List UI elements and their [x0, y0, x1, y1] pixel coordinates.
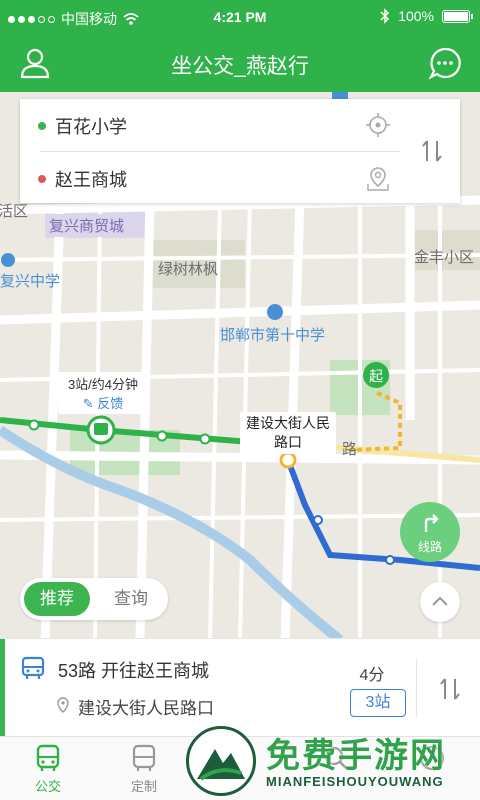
- map-label-park: 绿树林枫: [158, 261, 219, 278]
- map-label-school-left: 复兴中学: [0, 273, 61, 290]
- origin-dot: [38, 122, 46, 130]
- feedback-label: 反馈: [97, 396, 124, 411]
- battery-percent: 100%: [398, 8, 434, 24]
- page-title: 坐公交_燕赵行: [171, 55, 309, 78]
- travel-minutes: 4分: [359, 667, 385, 684]
- start-marker-label: 起: [369, 369, 383, 385]
- toggle-recommend[interactable]: 推荐: [24, 582, 90, 616]
- route-result-card[interactable]: 53路 开往赵王商城 建设大街人民路口 4分 3站: [0, 638, 480, 737]
- toggle-query[interactable]: 查询: [98, 582, 164, 616]
- map-label-road: 路: [342, 441, 358, 458]
- watermark-logo: [186, 726, 256, 796]
- route-search-card: 百花小学 赵王商城: [20, 99, 460, 203]
- feedback-link[interactable]: ✎ 反馈: [58, 393, 148, 412]
- stop-pin-icon: [57, 697, 69, 713]
- origin-row[interactable]: 百花小学: [20, 99, 400, 151]
- tab-bus-label: 公交: [34, 779, 61, 794]
- watermark-title: 免费手游网: [266, 737, 446, 775]
- site-watermark: 免费手游网 MIANFEISHOUYOUWANG: [186, 724, 480, 800]
- tab-custom[interactable]: 定制: [96, 743, 192, 795]
- swap-icon[interactable]: [418, 137, 446, 165]
- bus-front-icon: [36, 744, 60, 771]
- station-count-badge: 3站: [350, 689, 406, 717]
- map-pin-icon[interactable]: [364, 164, 392, 192]
- chat-icon[interactable]: [428, 46, 462, 80]
- bus-custom-icon: [132, 744, 156, 771]
- mode-toggle: 推荐 查询: [20, 578, 168, 620]
- reverse-direction-icon[interactable]: [436, 675, 464, 703]
- route-lines-button[interactable]: 线路: [400, 502, 460, 562]
- watermark-subtitle: MIANFEISHOUYOUWANG: [266, 774, 444, 789]
- map-label-school-main: 邯郸市第十中学: [220, 327, 326, 344]
- result-divider: [416, 659, 417, 717]
- collapse-button[interactable]: [420, 582, 460, 622]
- bluetooth-icon: [380, 8, 390, 24]
- tab-bus[interactable]: 公交: [0, 743, 96, 795]
- travel-info-label: 3站/约4分钟 ✎ 反馈: [58, 372, 148, 414]
- origin-input[interactable]: 百花小学: [55, 113, 127, 139]
- bus-icon: [21, 656, 45, 679]
- watermark-logo-mark: [197, 749, 245, 781]
- boarding-stop: 建设大街人民路口: [78, 699, 214, 718]
- route-name: 53路 开往赵王商城: [58, 661, 210, 681]
- app-header: 坐公交_燕赵行: [0, 34, 480, 92]
- battery-icon: [442, 9, 473, 23]
- route-turn-icon: [424, 514, 439, 532]
- route-button-label: 线路: [417, 540, 442, 554]
- status-right: 100%: [380, 8, 473, 24]
- destination-row[interactable]: 赵王商城: [20, 152, 400, 204]
- destination-dot: [38, 175, 46, 183]
- destination-input[interactable]: 赵王商城: [55, 166, 127, 192]
- map-label-community: 金丰小区: [414, 249, 475, 266]
- travel-info-text: 3站/约4分钟: [67, 377, 139, 392]
- stop-name-label: 建设大街人民路口: [240, 412, 336, 454]
- locate-icon[interactable]: [364, 111, 392, 139]
- chevron-up-icon: [432, 596, 448, 606]
- map-label-mall: 复兴商贸城: [46, 214, 128, 237]
- status-bar: 中国移动 4:21 PM 100%: [0, 0, 480, 34]
- result-accent-bar: [0, 639, 5, 737]
- tab-custom-label: 定制: [130, 779, 157, 794]
